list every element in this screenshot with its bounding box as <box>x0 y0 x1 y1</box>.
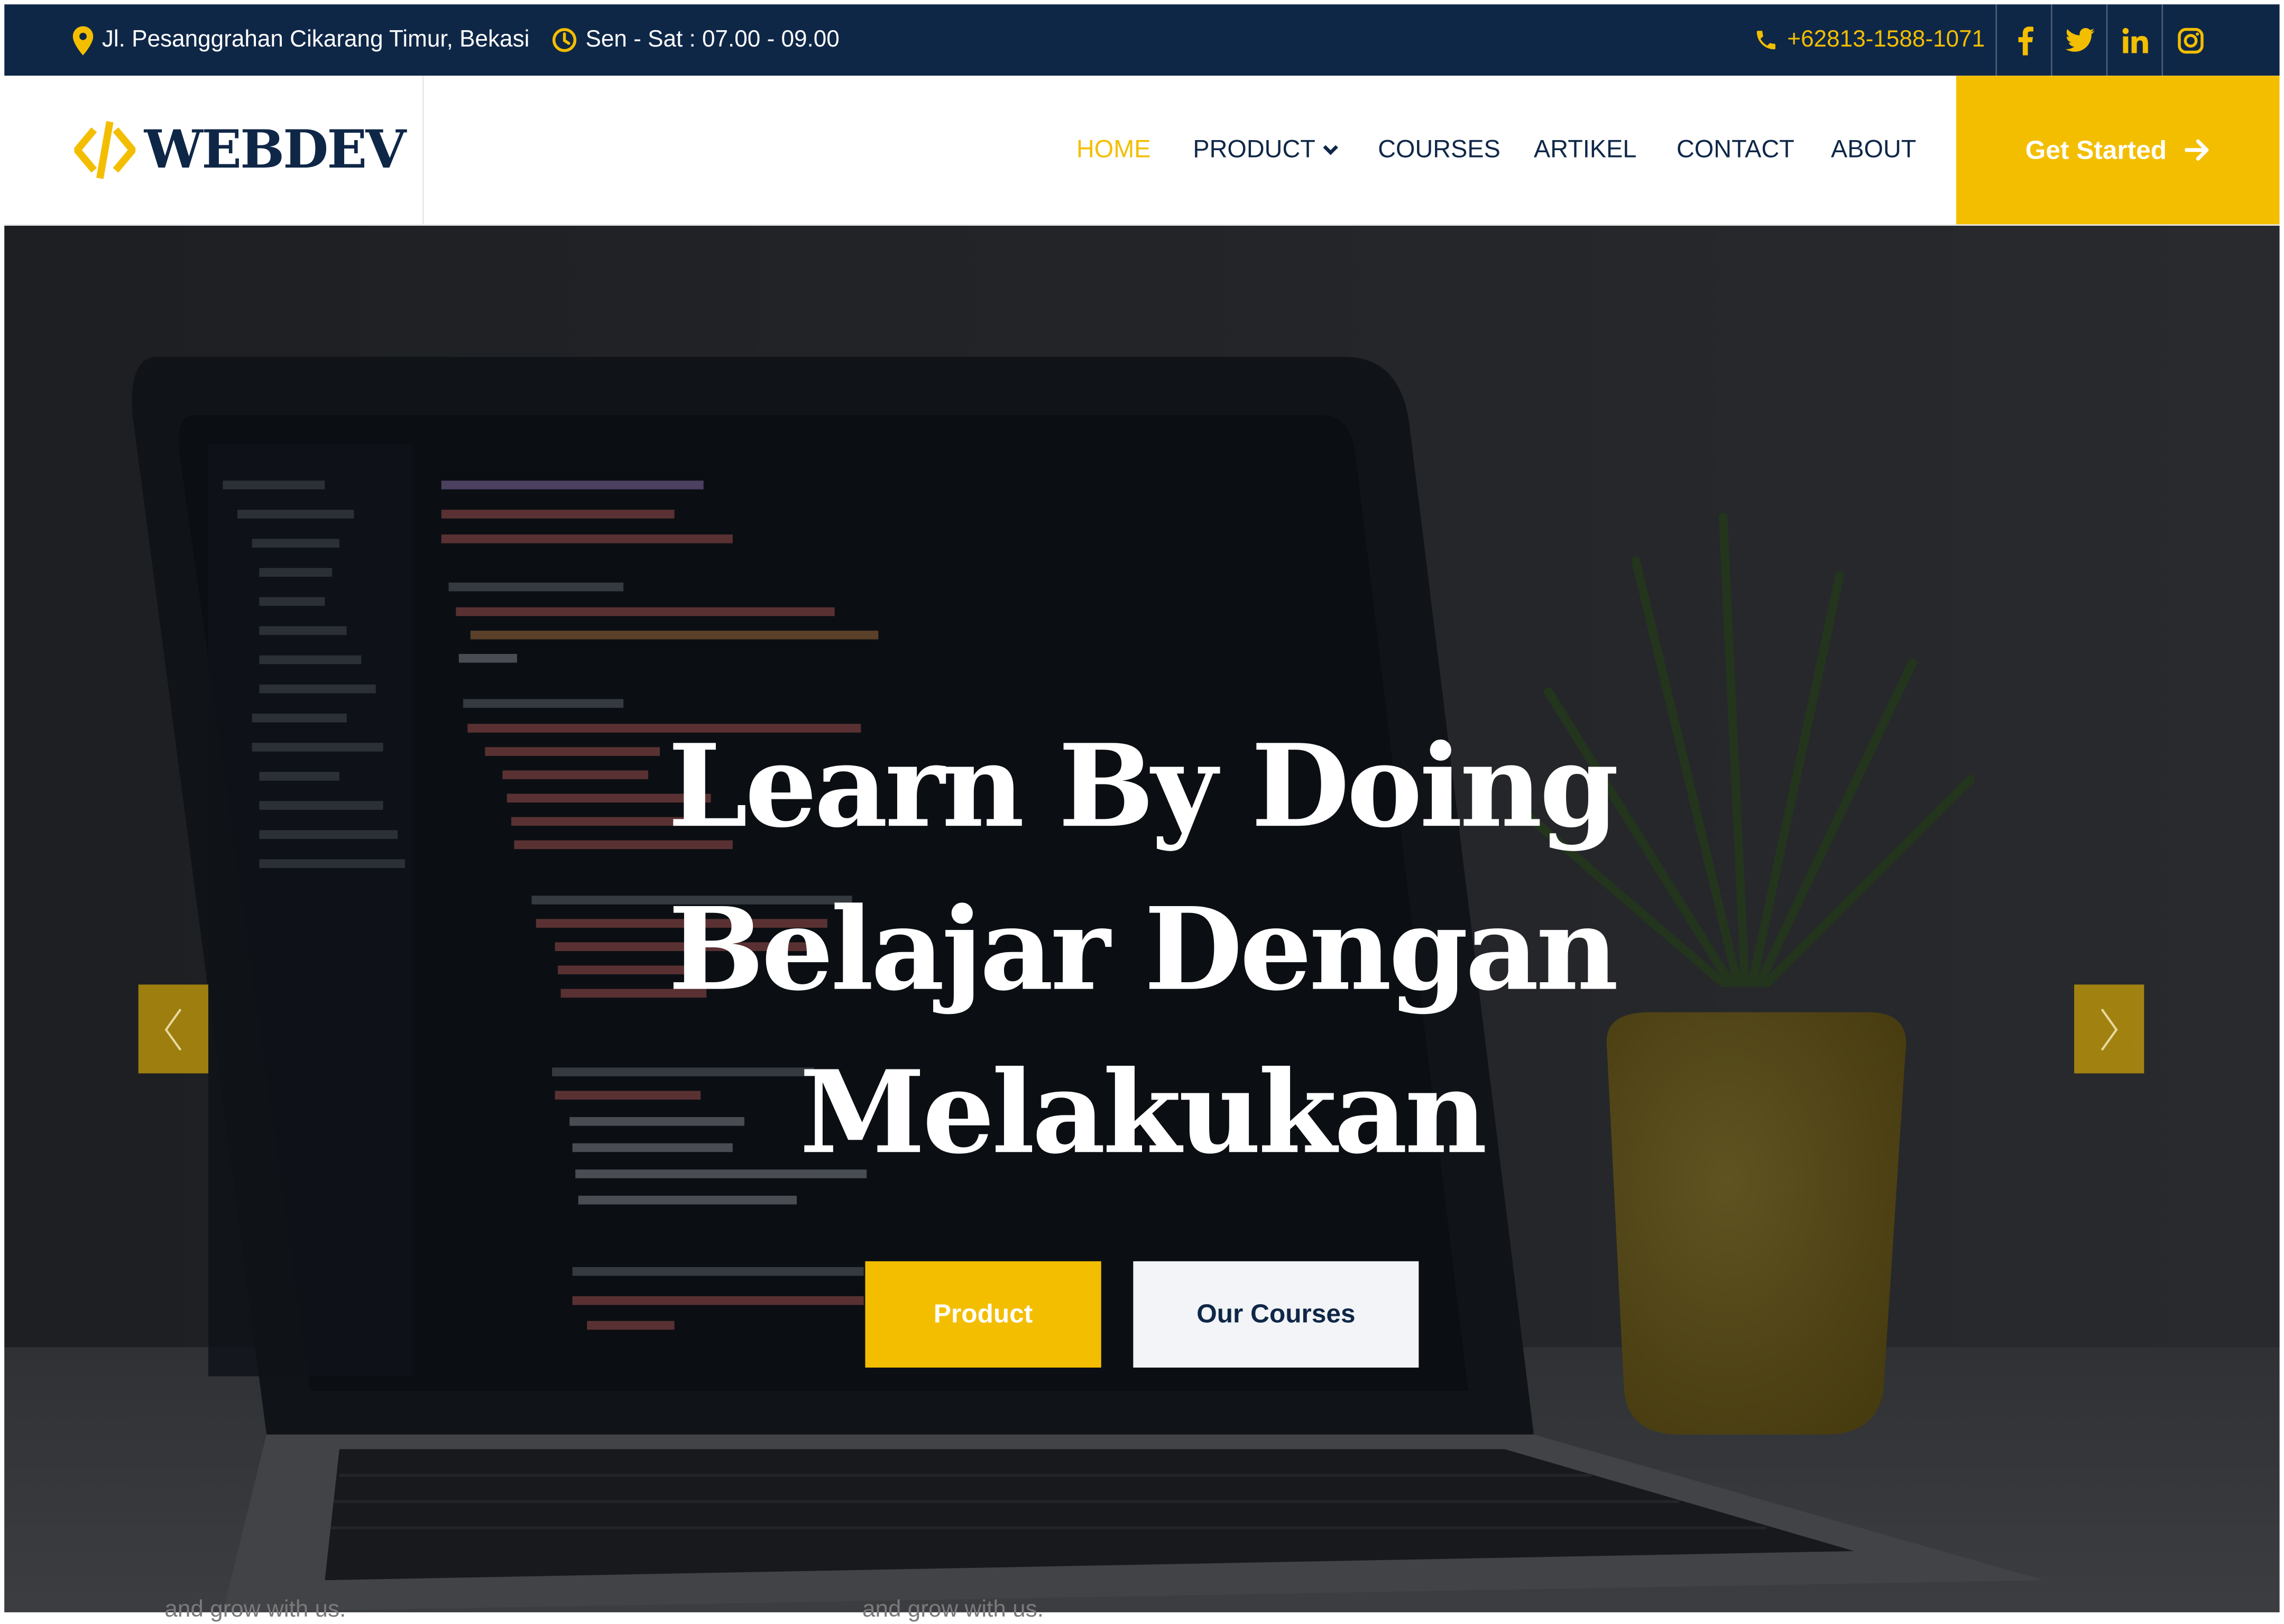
address-text: Jl. Pesanggrahan Cikarang Timur, Bekasi <box>102 26 530 52</box>
chevron-down-icon <box>1323 145 1339 155</box>
slider-prev-button[interactable] <box>138 984 208 1074</box>
hours-info: Sen - Sat : 07.00 - 09.00 <box>552 4 840 76</box>
nav-home-label: HOME <box>1076 135 1151 163</box>
nav-about-label: ABOUT <box>1831 135 1917 163</box>
nav-home[interactable]: HOME <box>1076 76 1151 224</box>
site-logo[interactable]: WEBDEV <box>74 119 407 181</box>
main-header: WEBDEV HOME PRODUCT COURSES ARTIKEL CONT… <box>4 76 2280 226</box>
get-started-button[interactable]: Get Started <box>1956 76 2280 225</box>
address-info: Jl. Pesanggrahan Cikarang Timur, Bekasi <box>72 4 530 76</box>
linkedin-link[interactable] <box>2106 4 2163 76</box>
hero-title: Learn By Doing Belajar Dengan Melakukan <box>559 706 1725 1196</box>
nav-courses-label: COURSES <box>1378 135 1500 163</box>
hero-title-line-2: Belajar Dengan <box>668 884 1619 1017</box>
linkedin-icon <box>2122 27 2148 53</box>
hero-title-line-1: Learn By Doing <box>668 721 1619 854</box>
facebook-icon <box>2018 26 2033 55</box>
feature-text-right: and grow with us. <box>862 1598 1044 1623</box>
nav-product-label: PRODUCT <box>1193 135 1315 163</box>
header-divider <box>422 76 424 225</box>
facebook-link[interactable] <box>1995 4 2052 76</box>
phone-icon <box>1756 31 1776 50</box>
nav-about[interactable]: ABOUT <box>1831 76 1916 224</box>
instagram-icon <box>2178 27 2204 53</box>
twitter-icon <box>2065 28 2095 52</box>
logo-text: WEBDEV <box>144 119 407 181</box>
hours-text: Sen - Sat : 07.00 - 09.00 <box>585 26 840 52</box>
slider-next-button[interactable] <box>2074 984 2144 1074</box>
hero-title-line-3: Melakukan <box>799 1047 1487 1180</box>
nav-contact[interactable]: CONTACT <box>1677 76 1794 224</box>
nav-artikel-label: ARTIKEL <box>1534 135 1637 163</box>
feature-text-left: and grow with us. <box>164 1598 346 1623</box>
instagram-link[interactable] <box>2161 4 2218 76</box>
product-button[interactable]: Product <box>865 1261 1101 1368</box>
map-pin-icon <box>72 25 94 55</box>
nav-product[interactable]: PRODUCT <box>1193 76 1339 224</box>
app-root: Jl. Pesanggrahan Cikarang Timur, Bekasi … <box>0 0 2284 1624</box>
our-courses-button-label: Our Courses <box>1196 1299 1356 1328</box>
hero-slider: Learn By Doing Belajar Dengan Melakukan … <box>4 226 2280 1612</box>
top-info-bar: Jl. Pesanggrahan Cikarang Timur, Bekasi … <box>4 4 2280 76</box>
our-courses-button[interactable]: Our Courses <box>1133 1261 1419 1368</box>
phone-text: +62813-1588-1071 <box>1787 26 1985 52</box>
chevron-right-icon <box>2101 1008 2118 1050</box>
clock-icon <box>552 28 577 52</box>
nav-contact-label: CONTACT <box>1677 135 1794 163</box>
phone-info[interactable]: +62813-1588-1071 <box>1754 4 1985 76</box>
chevron-left-icon <box>164 1008 182 1050</box>
product-button-label: Product <box>933 1299 1033 1328</box>
get-started-label: Get Started <box>2025 134 2167 164</box>
nav-courses[interactable]: COURSES <box>1378 76 1500 224</box>
arrow-right-icon <box>2184 139 2208 161</box>
nav-artikel[interactable]: ARTIKEL <box>1534 76 1636 224</box>
twitter-link[interactable] <box>2051 4 2107 76</box>
code-brackets-icon <box>74 121 136 179</box>
